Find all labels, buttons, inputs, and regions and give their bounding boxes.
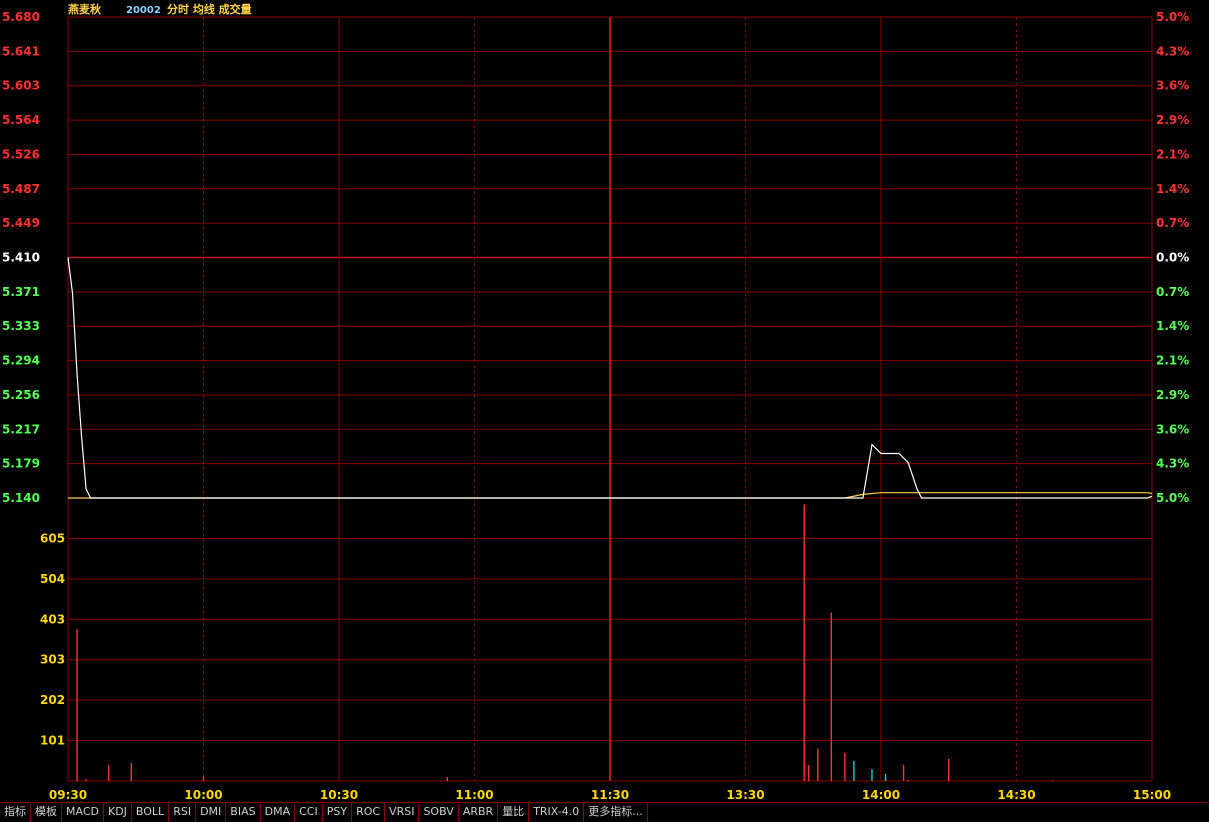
pct-tick-label: 1.4%: [1156, 182, 1189, 196]
stock-name: 燕麦秋: [68, 2, 102, 16]
toolbar-item[interactable]: MACD: [62, 803, 104, 822]
price-tick-label: 5.449: [2, 216, 40, 230]
volume-tick-label: 504: [40, 572, 65, 586]
toolbar-item[interactable]: BOLL: [132, 803, 170, 822]
price-tick-label: 5.487: [2, 182, 40, 196]
pct-tick-label: 3.6%: [1156, 79, 1189, 93]
pct-tick-label: 4.3%: [1156, 44, 1189, 58]
chart-grid: [67, 16, 1153, 782]
pct-tick-label: 5.0%: [1156, 10, 1189, 24]
volume-tick-label: 303: [40, 653, 65, 667]
toolbar-item[interactable]: TRIX-4.0: [529, 803, 585, 822]
volume-tick-label: 101: [40, 734, 65, 748]
pct-tick-label: 0.7%: [1156, 285, 1189, 299]
pct-tick-label: 0.0%: [1156, 251, 1189, 265]
toolbar-item[interactable]: KDJ: [104, 803, 132, 822]
volume-tick-label: 202: [40, 693, 65, 707]
toolbar-item[interactable]: DMI: [196, 803, 227, 822]
price-tick-label: 5.410: [2, 251, 40, 265]
toolbar-item[interactable]: CCI: [295, 803, 323, 822]
toolbar-item[interactable]: DMA: [261, 803, 296, 822]
price-tick-label: 5.371: [2, 285, 40, 299]
price-tick-label: 5.603: [2, 79, 40, 93]
price-tick-label: 5.564: [2, 113, 40, 127]
pct-tick-label: 4.3%: [1156, 457, 1189, 471]
toolbar-item[interactable]: ARBR: [459, 803, 499, 822]
toolbar-item[interactable]: 模板: [31, 803, 62, 822]
time-tick-label: 14:30: [997, 788, 1035, 802]
pct-tick-label: 2.1%: [1156, 147, 1189, 161]
volume-tick-label: 403: [40, 612, 65, 626]
indicator-toolbar: 指标 模板 MACD KDJ BOLL RSI DMI BIAS DMA CCI PSY ROC VRS…: [0, 802, 1209, 822]
toolbar-item[interactable]: PSY: [323, 803, 353, 822]
indicator-label: 分时 均线 成交量: [167, 2, 252, 16]
toolbar-item[interactable]: ROC: [352, 803, 386, 822]
price-tick-label: 5.140: [2, 491, 40, 505]
chart-header: 燕麦秋 20002 分时 均线 成交量: [68, 2, 252, 16]
time-tick-label: 14:00: [862, 788, 900, 802]
stock-code: 20002: [126, 5, 161, 16]
toolbar-item[interactable]: 指标: [0, 803, 31, 822]
price-tick-label: 5.641: [2, 44, 40, 58]
pct-tick-label: 2.1%: [1156, 354, 1189, 368]
pct-tick-label: 2.9%: [1156, 113, 1189, 127]
chart-axes: 5.680 5.0% 5.641 4.3% 5.603 3.6% 5.564 2.9% 5.52…: [2, 10, 1189, 802]
toolbar-item[interactable]: BIAS: [226, 803, 261, 822]
toolbar-item[interactable]: RSI: [169, 803, 197, 822]
pct-tick-label: 0.7%: [1156, 216, 1189, 230]
intraday-chart[interactable]: 5.680 5.0% 5.641 4.3% 5.603 3.6% 5.564 2.9% 5.52…: [0, 0, 1209, 821]
pct-tick-label: 1.4%: [1156, 319, 1189, 333]
price-tick-label: 5.179: [2, 457, 40, 471]
time-tick-label: 13:30: [726, 788, 764, 802]
time-tick-label: 10:00: [184, 788, 222, 802]
price-tick-label: 5.680: [2, 10, 40, 24]
volume-tick-label: 605: [40, 531, 65, 545]
pct-tick-label: 3.6%: [1156, 422, 1189, 436]
price-tick-label: 5.294: [2, 354, 40, 368]
time-tick-label: 11:00: [455, 788, 493, 802]
price-tick-label: 5.526: [2, 147, 40, 161]
time-tick-label: 15:00: [1133, 788, 1171, 802]
price-tick-label: 5.256: [2, 388, 40, 402]
time-tick-label: 11:30: [591, 788, 629, 802]
time-tick-label: 10:30: [320, 788, 358, 802]
pct-tick-label: 2.9%: [1156, 388, 1189, 402]
time-tick-label: 09:30: [49, 788, 87, 802]
price-tick-label: 5.217: [2, 422, 40, 436]
toolbar-item[interactable]: VRSI: [385, 803, 420, 822]
toolbar-item[interactable]: SOBV: [419, 803, 459, 822]
price-tick-label: 5.333: [2, 319, 40, 333]
toolbar-item[interactable]: 更多指标...: [584, 803, 648, 822]
volume-bars: [76, 504, 1054, 781]
pct-tick-label: 5.0%: [1156, 491, 1189, 505]
toolbar-item[interactable]: 量比: [498, 803, 530, 822]
